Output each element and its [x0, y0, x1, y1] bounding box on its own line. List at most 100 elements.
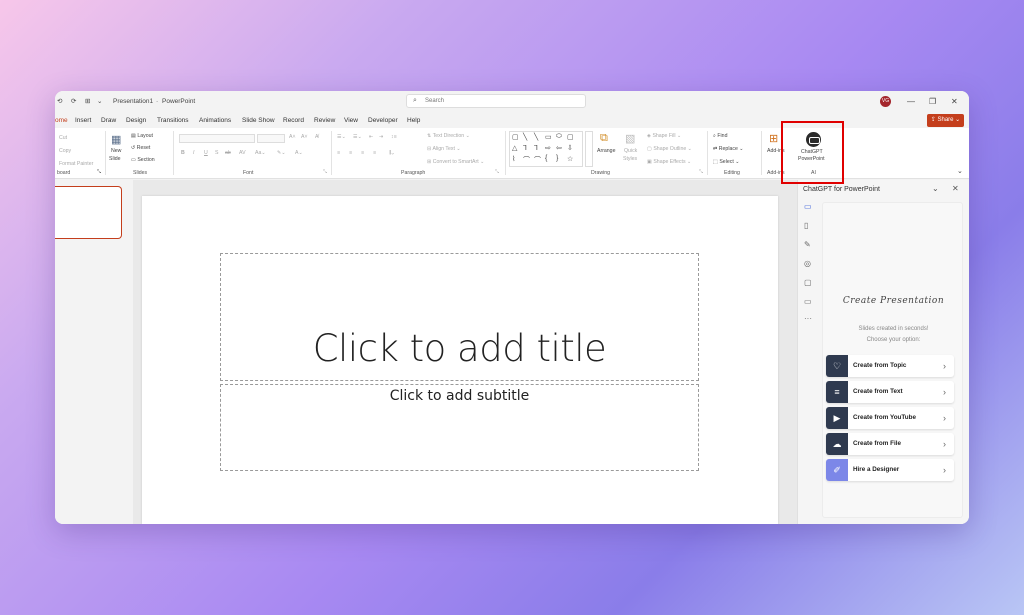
chevron-down-icon[interactable]: ⌄: [932, 184, 939, 193]
customize-toolbar-icon[interactable]: ⌄: [97, 91, 102, 112]
dialog-launcher-icon[interactable]: ⤡: [97, 169, 101, 176]
triangle-shape-icon[interactable]: △: [512, 144, 517, 152]
arrange-button[interactable]: Arrange: [597, 148, 615, 154]
tab-slide-show[interactable]: Slide Show: [242, 113, 275, 128]
shape-outline-button[interactable]: ▢ Shape Outline ⌄: [647, 146, 692, 152]
highlight-color-icon[interactable]: ✎⌄: [277, 150, 286, 156]
numbering-icon[interactable]: ☰⌄: [353, 134, 362, 140]
line-shape-icon[interactable]: ╲: [523, 133, 527, 141]
slide-thumbnail[interactable]: [55, 186, 122, 239]
tab-animations[interactable]: Animations: [199, 113, 231, 128]
presentation-icon[interactable]: ▭: [804, 202, 812, 211]
create-from-youtube-button[interactable]: ▶ Create from YouTube ›: [826, 407, 954, 429]
align-text-button[interactable]: ⊟ Align Text ⌄: [427, 146, 461, 152]
tab-draw[interactable]: Draw: [101, 113, 116, 128]
align-left-icon[interactable]: ≡: [337, 150, 340, 156]
underline-icon[interactable]: U: [204, 150, 208, 156]
tab-insert[interactable]: Insert: [75, 113, 91, 128]
format-painter-button[interactable]: Format Painter: [59, 161, 93, 167]
font-size-select[interactable]: [257, 134, 285, 143]
shape-effects-button[interactable]: ▣ Shape Effects ⌄: [647, 159, 691, 165]
increase-indent-icon[interactable]: ⇥: [379, 134, 383, 140]
strikethrough-icon[interactable]: ab: [225, 150, 231, 156]
decrease-font-icon[interactable]: A˅: [301, 134, 308, 140]
tab-transitions[interactable]: Transitions: [157, 113, 189, 128]
new-slide-button[interactable]: New: [111, 148, 121, 154]
create-from-topic-button[interactable]: ♡ Create from Topic ›: [826, 355, 954, 377]
tab-help[interactable]: Help: [407, 113, 420, 128]
quick-access-icon[interactable]: ⊞: [85, 91, 90, 112]
curve-shape-icon[interactable]: ⌒: [534, 155, 541, 165]
layout-button[interactable]: ▤ Layout: [131, 133, 153, 139]
freeform-shape-icon[interactable]: ⌇: [512, 155, 515, 163]
replace-button[interactable]: ⇄ Replace ⌄: [713, 146, 744, 152]
tab-review[interactable]: Review: [314, 113, 335, 128]
collapse-ribbon-icon[interactable]: ⌄: [957, 167, 963, 175]
convert-smartart-button[interactable]: ⊞ Convert to SmartArt ⌄: [427, 159, 484, 165]
align-right-icon[interactable]: ≡: [361, 150, 364, 156]
tab-developer[interactable]: Developer: [368, 113, 398, 128]
new-slide-button-line2[interactable]: Slide: [109, 156, 121, 162]
text-direction-button[interactable]: ⇅ Text Direction ⌄: [427, 133, 470, 139]
bold-icon[interactable]: B: [181, 150, 185, 156]
redo-icon[interactable]: ⟳: [71, 91, 76, 112]
rounded-rect-shape-icon[interactable]: ▢: [567, 133, 574, 141]
select-button[interactable]: ⬚ Select ⌄: [713, 159, 740, 165]
create-from-text-button[interactable]: ≡ Create from Text ›: [826, 381, 954, 403]
star-shape-icon[interactable]: ☆: [567, 155, 573, 163]
note-icon[interactable]: ▢: [804, 278, 812, 287]
pencil-icon[interactable]: ✎: [804, 240, 811, 249]
font-color-icon[interactable]: A⌄: [295, 150, 303, 156]
line-shape-icon[interactable]: ╲: [534, 133, 538, 141]
clear-formatting-icon[interactable]: A̸: [315, 134, 318, 140]
dialog-launcher-icon[interactable]: ⤡: [699, 169, 703, 176]
reset-button[interactable]: ↺ Reset: [131, 145, 150, 151]
bullets-icon[interactable]: ☰⌄: [337, 134, 346, 140]
restore-icon[interactable]: ❐: [929, 91, 936, 112]
section-button[interactable]: ▭ Section: [131, 157, 155, 163]
shadow-icon[interactable]: S: [215, 150, 218, 156]
arrow-right-shape-icon[interactable]: ⇨: [545, 144, 551, 152]
subtitle-placeholder[interactable]: Click to add subtitle: [220, 384, 699, 471]
rectangle-shape-icon[interactable]: ▭: [545, 133, 552, 141]
align-center-icon[interactable]: ≡: [349, 150, 352, 156]
document-icon[interactable]: ▯: [804, 221, 808, 230]
oval-shape-icon[interactable]: ⬭: [556, 133, 562, 141]
curve-shape-icon[interactable]: ⌒: [523, 155, 530, 165]
font-family-select[interactable]: [179, 134, 255, 143]
minimize-icon[interactable]: —: [907, 91, 915, 112]
database-icon[interactable]: ◎: [804, 259, 811, 268]
avatar[interactable]: VG: [880, 96, 891, 107]
shape-fill-button[interactable]: ◈ Shape Fill ⌄: [647, 133, 681, 139]
connector-shape-icon[interactable]: ⅂: [523, 144, 527, 152]
tab-view[interactable]: View: [344, 113, 358, 128]
char-spacing-icon[interactable]: AV: [239, 150, 246, 156]
columns-icon[interactable]: ⫼⌄: [389, 150, 394, 157]
close-panel-icon[interactable]: ✕: [952, 184, 959, 193]
tab-record[interactable]: Record: [283, 113, 304, 128]
connector-shape-icon[interactable]: ⅂: [534, 144, 538, 152]
change-case-icon[interactable]: Aa⌄: [255, 150, 266, 156]
brace-shape-icon[interactable]: {: [545, 155, 547, 162]
find-button[interactable]: ⌕ Find: [713, 133, 727, 140]
shapes-gallery[interactable]: ▢ ╲ ╲ ▭ ⬭ ▢ △ ⅂ ⅂ ⇨ ⇦ ⇩ ⌇ ⌒ ⌒ { } ☆: [509, 131, 583, 167]
dialog-launcher-icon[interactable]: ⤡: [495, 169, 499, 176]
textbox-shape-icon[interactable]: ▢: [512, 133, 519, 141]
decrease-indent-icon[interactable]: ⇤: [369, 134, 373, 140]
brace-shape-icon[interactable]: }: [556, 155, 558, 162]
title-placeholder[interactable]: Click to add title: [220, 253, 699, 381]
more-icon[interactable]: ···: [804, 314, 812, 323]
cut-button[interactable]: Cut: [59, 135, 67, 141]
tab-design[interactable]: Design: [126, 113, 146, 128]
tab-home[interactable]: ome: [55, 113, 68, 129]
shapes-gallery-more[interactable]: [585, 131, 593, 167]
slide-canvas[interactable]: Click to add title Click to add subtitle: [142, 196, 778, 524]
justify-icon[interactable]: ≡: [373, 150, 376, 156]
arrow-down-shape-icon[interactable]: ⇩: [567, 144, 573, 152]
arrow-left-shape-icon[interactable]: ⇦: [556, 144, 562, 152]
search-input[interactable]: ⌕ Search: [406, 94, 586, 108]
hire-designer-button[interactable]: ✐ Hire a Designer ›: [826, 459, 954, 481]
quick-styles-button-line2[interactable]: Styles: [623, 156, 637, 162]
close-icon[interactable]: ✕: [951, 91, 958, 112]
share-button[interactable]: ⇪ Share ⌄: [927, 114, 964, 127]
